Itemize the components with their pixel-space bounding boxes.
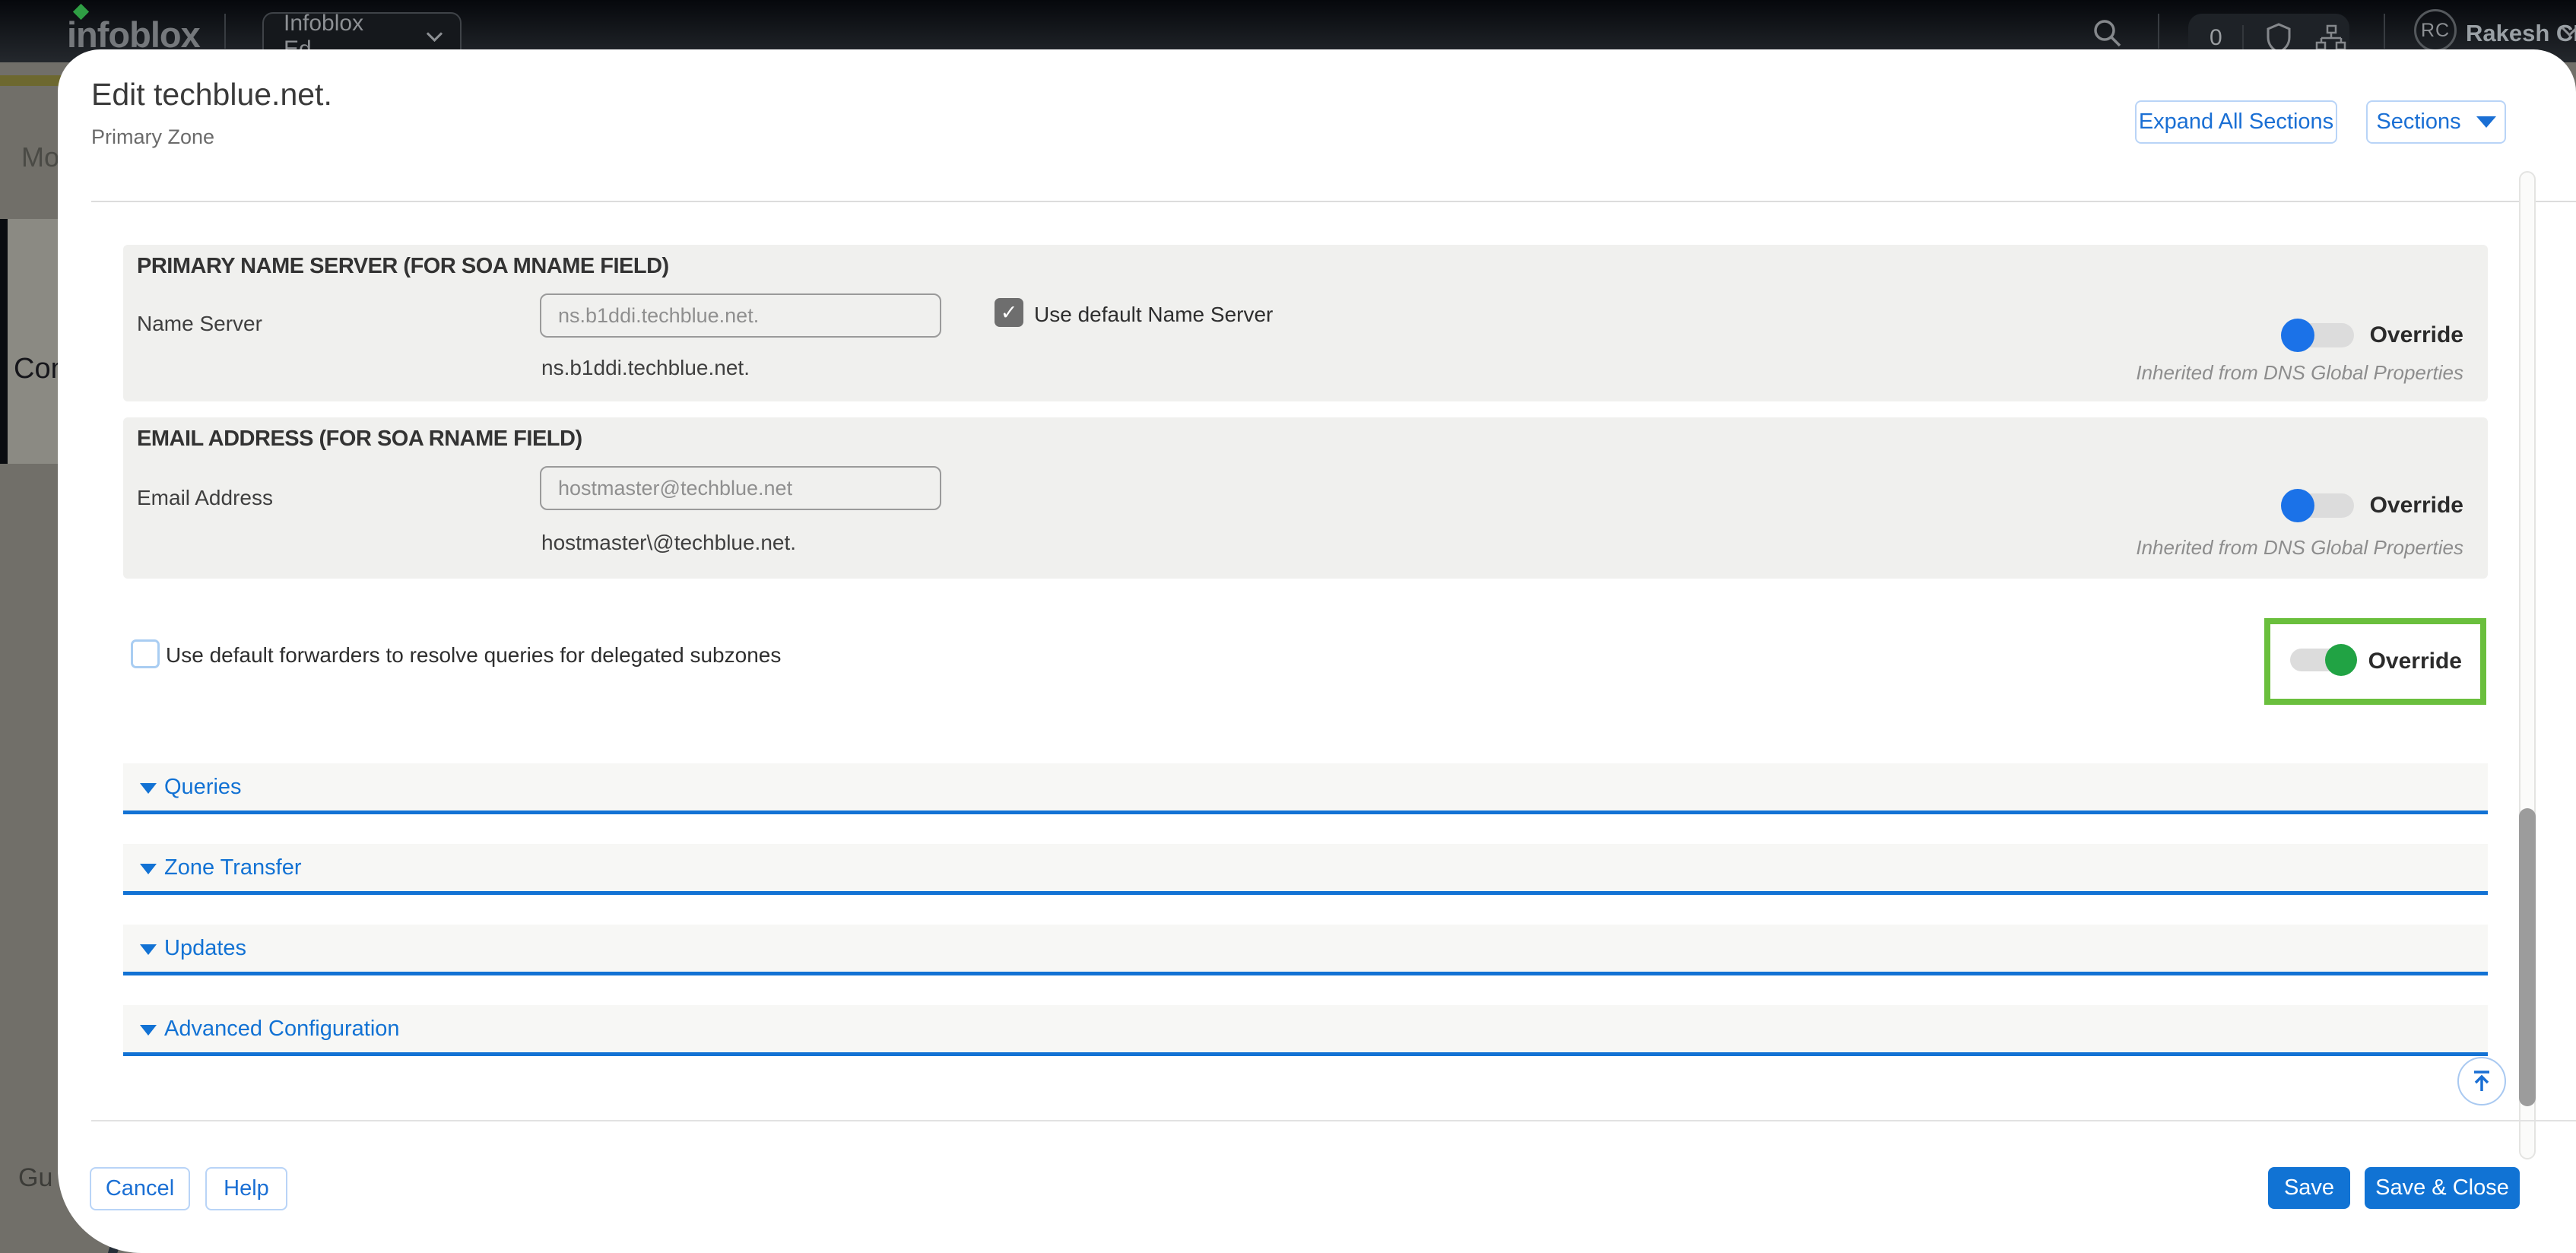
chevron-down-icon bbox=[427, 25, 443, 41]
section-queries[interactable]: Queries bbox=[123, 763, 2488, 814]
save-and-close-label: Save & Close bbox=[2375, 1175, 2509, 1201]
section-advanced-configuration[interactable]: Advanced Configuration bbox=[123, 1005, 2488, 1056]
background-guide-fragment: Gu bbox=[18, 1163, 52, 1193]
name-server-current-value: ns.b1ddi.techblue.net. bbox=[541, 356, 750, 380]
forwarders-override-toggle[interactable] bbox=[2290, 643, 2357, 677]
avatar[interactable]: RC bbox=[2414, 9, 2457, 52]
section-heading: EMAIL ADDRESS (FOR SOA RNAME FIELD) bbox=[137, 427, 582, 452]
search-icon[interactable] bbox=[2091, 17, 2124, 50]
override-label: Override bbox=[2370, 493, 2463, 519]
save-label: Save bbox=[2284, 1175, 2334, 1201]
section-zone-transfer[interactable]: Zone Transfer bbox=[123, 844, 2488, 895]
topbar-divider bbox=[2158, 14, 2159, 49]
save-and-close-button[interactable]: Save & Close bbox=[2365, 1167, 2520, 1209]
scrollbar-thumb[interactable] bbox=[2519, 808, 2536, 1106]
use-default-name-server-checkbox[interactable] bbox=[995, 298, 1023, 327]
section-heading: PRIMARY NAME SERVER (FOR SOA MNAME FIELD… bbox=[137, 254, 669, 279]
override-label: Override bbox=[2368, 649, 2462, 674]
background-active-tab: Con bbox=[0, 219, 61, 464]
caret-down-icon bbox=[2476, 116, 2496, 128]
inherited-note: Inherited from DNS Global Properties bbox=[2136, 361, 2463, 385]
notification-count: 0 bbox=[2210, 25, 2222, 51]
background-nav-fragment: Mo bbox=[21, 141, 59, 173]
section-link-label: Queries bbox=[164, 775, 242, 800]
avatar-initials: RC bbox=[2421, 20, 2450, 42]
caret-down-icon bbox=[140, 864, 157, 874]
header-divider bbox=[91, 201, 2576, 202]
forwarders-override-highlight: Override bbox=[2264, 618, 2486, 705]
section-updates[interactable]: Updates bbox=[123, 925, 2488, 975]
sections-label: Sections bbox=[2376, 109, 2460, 135]
soa-mname-section: PRIMARY NAME SERVER (FOR SOA MNAME FIELD… bbox=[123, 245, 2488, 401]
section-link-label: Advanced Configuration bbox=[164, 1017, 400, 1042]
caret-down-icon bbox=[140, 1025, 157, 1036]
arrow-to-top-icon bbox=[2467, 1066, 2497, 1096]
topbar-divider bbox=[2384, 14, 2385, 49]
pill-divider bbox=[2242, 25, 2244, 51]
use-default-forwarders-label: Use default forwarders to resolve querie… bbox=[166, 643, 781, 668]
toggle-knob bbox=[2325, 644, 2357, 676]
cancel-button[interactable]: Cancel bbox=[90, 1167, 190, 1210]
save-button[interactable]: Save bbox=[2268, 1167, 2350, 1209]
toggle-knob bbox=[2281, 319, 2314, 352]
edit-zone-modal: Edit techblue.net. Primary Zone Expand A… bbox=[58, 49, 2576, 1253]
screen: infoblox Infoblox Ed... 0 bbox=[0, 0, 2576, 1253]
topbar-divider bbox=[224, 14, 226, 49]
email-address-override-toggle[interactable] bbox=[2281, 487, 2354, 524]
toggle-knob bbox=[2281, 489, 2314, 522]
email-address-label: Email Address bbox=[137, 486, 273, 510]
email-address-current-value: hostmaster\@techblue.net. bbox=[541, 531, 796, 555]
override-label: Override bbox=[2370, 322, 2463, 348]
network-icon[interactable] bbox=[2315, 24, 2347, 52]
name-server-override-toggle[interactable] bbox=[2281, 317, 2354, 354]
scroll-to-top-button[interactable] bbox=[2457, 1057, 2506, 1105]
name-server-label: Name Server bbox=[137, 312, 262, 336]
email-address-input[interactable] bbox=[540, 466, 941, 510]
footer-divider bbox=[91, 1120, 2576, 1121]
name-server-input[interactable] bbox=[540, 293, 941, 338]
help-button[interactable]: Help bbox=[205, 1167, 287, 1210]
page-subtitle: Primary Zone bbox=[91, 125, 214, 149]
section-link-label: Updates bbox=[164, 936, 246, 961]
sections-dropdown-button[interactable]: Sections bbox=[2366, 100, 2506, 144]
expand-all-label: Expand All Sections bbox=[2139, 109, 2333, 135]
cancel-label: Cancel bbox=[106, 1176, 174, 1201]
page-title: Edit techblue.net. bbox=[91, 77, 332, 113]
expand-all-sections-button[interactable]: Expand All Sections bbox=[2135, 100, 2337, 144]
use-default-forwarders-checkbox[interactable] bbox=[131, 639, 160, 668]
user-menu[interactable]: Rakesh CK bbox=[2466, 20, 2576, 47]
soa-rname-section: EMAIL ADDRESS (FOR SOA RNAME FIELD) Emai… bbox=[123, 417, 2488, 579]
help-label: Help bbox=[224, 1176, 269, 1201]
caret-down-icon bbox=[140, 944, 157, 955]
section-link-label: Zone Transfer bbox=[164, 855, 302, 880]
caret-down-icon bbox=[140, 783, 157, 794]
inherited-note: Inherited from DNS Global Properties bbox=[2136, 536, 2463, 560]
use-default-name-server-label: Use default Name Server bbox=[1034, 303, 1273, 327]
